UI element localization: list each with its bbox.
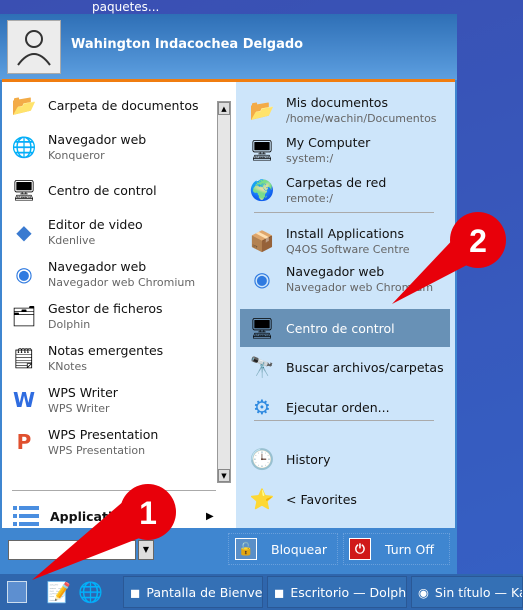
annotation-1-label: 1 <box>139 495 157 531</box>
annotation-2: 2 <box>392 212 506 304</box>
annotation-2-label: 2 <box>469 223 487 259</box>
annotation-1: 1 <box>32 484 176 580</box>
annotation-overlay: 1 2 <box>32 212 506 580</box>
